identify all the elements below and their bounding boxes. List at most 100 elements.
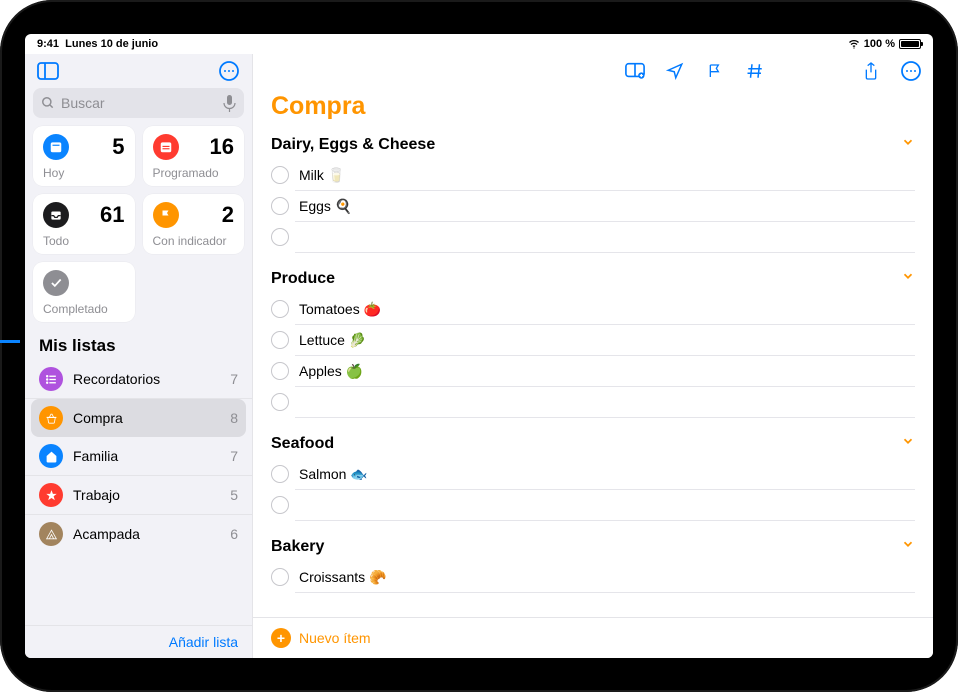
main-split: Buscar 5 Hoy 16 Programado <box>25 54 933 658</box>
list-count: 6 <box>230 526 238 542</box>
smart-count: 61 <box>100 202 124 228</box>
reminder-text[interactable]: Milk 🥛 <box>299 167 915 184</box>
list-count: 7 <box>230 371 238 387</box>
reminder-item[interactable]: Milk 🥛 <box>295 160 915 191</box>
smart-flagged[interactable]: 2 Con indicador <box>143 194 245 254</box>
more-sidebar-button[interactable] <box>216 58 242 84</box>
reminder-item[interactable]: Eggs 🍳 <box>295 191 915 222</box>
reminder-item[interactable] <box>295 490 915 521</box>
completion-circle[interactable] <box>271 362 289 380</box>
battery-percent: 100 % <box>864 38 895 50</box>
tray-icon <box>43 202 69 228</box>
section-title: Seafood <box>271 435 901 453</box>
completion-circle[interactable] <box>271 300 289 318</box>
section-seafood: Seafood Salmon 🐟 <box>271 430 915 521</box>
sidebar-list-familia[interactable]: Familia7 <box>25 437 252 476</box>
section-title: Dairy, Eggs & Cheese <box>271 136 901 154</box>
sidebar-list-compra[interactable]: Compra8 <box>31 399 246 437</box>
layout-button[interactable] <box>623 59 647 83</box>
smart-label: Programado <box>153 166 235 180</box>
reminder-text[interactable]: Eggs 🍳 <box>299 198 915 215</box>
reminder-text[interactable]: Apples 🍏 <box>299 363 915 380</box>
completion-circle[interactable] <box>271 496 289 514</box>
chevron-down-icon <box>901 269 915 288</box>
check-icon <box>43 270 69 296</box>
reminder-item[interactable]: Croissants 🥐 <box>295 562 915 593</box>
home-icon <box>39 444 63 468</box>
smart-list-grid: 5 Hoy 16 Programado 61 Todo <box>25 126 252 330</box>
completion-circle[interactable] <box>271 568 289 586</box>
basket-icon <box>39 406 63 430</box>
reminder-text[interactable]: Salmon 🐟 <box>299 466 915 483</box>
reminder-text[interactable] <box>299 394 915 410</box>
frame-accent <box>0 340 20 343</box>
status-left: 9:41 Lunes 10 de junio <box>37 38 158 50</box>
camp-icon <box>39 522 63 546</box>
share-button[interactable] <box>859 59 883 83</box>
reminder-item[interactable]: Tomatoes 🍅 <box>295 294 915 325</box>
reminder-text[interactable] <box>299 497 915 513</box>
completion-circle[interactable] <box>271 166 289 184</box>
search-input[interactable]: Buscar <box>33 88 244 118</box>
smart-label: Hoy <box>43 166 125 180</box>
search-placeholder: Buscar <box>61 95 105 111</box>
calendar-scheduled-icon <box>153 134 179 160</box>
more-detail-button[interactable] <box>899 59 923 83</box>
toggle-sidebar-button[interactable] <box>35 58 61 84</box>
search-icon <box>41 96 55 110</box>
mic-icon[interactable] <box>223 95 236 112</box>
completion-circle[interactable] <box>271 465 289 483</box>
smart-scheduled[interactable]: 16 Programado <box>143 126 245 186</box>
completion-circle[interactable] <box>271 228 289 246</box>
smart-count: 2 <box>222 202 234 228</box>
sidebar-list-acampada[interactable]: Acampada 6 <box>25 515 252 553</box>
reminder-item[interactable]: Salmon 🐟 <box>295 459 915 490</box>
smart-all[interactable]: 61 Todo <box>33 194 135 254</box>
status-time: 9:41 <box>37 38 59 50</box>
section-produce: Produce Tomatoes 🍅 Lettuce 🥬 Apples 🍏 <box>271 265 915 418</box>
reminder-item[interactable]: Apples 🍏 <box>295 356 915 387</box>
smart-label: Completado <box>43 302 125 316</box>
section-title: Produce <box>271 270 901 288</box>
section-dairy-eggs-cheese: Dairy, Eggs & Cheese Milk 🥛 Eggs 🍳 <box>271 131 915 253</box>
wifi-icon <box>848 38 860 50</box>
reminders-content: Dairy, Eggs & Cheese Milk 🥛 Eggs 🍳 Produce T… <box>253 131 933 617</box>
reminder-item[interactable] <box>295 387 915 418</box>
smart-completed[interactable]: Completado <box>33 262 135 322</box>
list-name: Familia <box>73 448 220 464</box>
flag-button[interactable] <box>703 59 727 83</box>
reminder-text[interactable]: Croissants 🥐 <box>299 569 915 586</box>
list-name: Recordatorios <box>73 371 220 387</box>
reminder-item[interactable] <box>295 222 915 253</box>
completion-circle[interactable] <box>271 197 289 215</box>
reminder-text[interactable] <box>299 229 915 245</box>
section-title: Bakery <box>271 538 901 556</box>
add-list-button[interactable]: Añadir lista <box>25 625 252 658</box>
new-reminder-button[interactable]: + Nuevo ítem <box>253 617 933 658</box>
completion-circle[interactable] <box>271 393 289 411</box>
detail-toolbar <box>253 54 933 88</box>
calendar-today-icon <box>43 134 69 160</box>
battery-icon <box>899 39 921 49</box>
sidebar-list-trabajo[interactable]: Trabajo5 <box>25 476 252 515</box>
smart-today[interactable]: 5 Hoy <box>33 126 135 186</box>
sidebar-toolbar <box>25 54 252 88</box>
list-name: Trabajo <box>73 487 220 503</box>
reminder-text[interactable]: Tomatoes 🍅 <box>299 301 915 318</box>
section-header[interactable]: Dairy, Eggs & Cheese <box>271 131 915 160</box>
completion-circle[interactable] <box>271 331 289 349</box>
reminder-item[interactable]: Lettuce 🥬 <box>295 325 915 356</box>
section-header[interactable]: Seafood <box>271 430 915 459</box>
smart-label: Con indicador <box>153 234 235 248</box>
section-header[interactable]: Produce <box>271 265 915 294</box>
ipad-frame: 9:41 Lunes 10 de junio 100 % Buscar <box>0 0 958 692</box>
reminder-text[interactable]: Lettuce 🥬 <box>299 332 915 349</box>
flag-icon <box>153 202 179 228</box>
smart-count: 5 <box>112 134 124 160</box>
location-button[interactable] <box>663 59 687 83</box>
hashtag-button[interactable] <box>743 59 767 83</box>
list-name: Acampada <box>73 526 220 542</box>
chevron-down-icon <box>901 537 915 556</box>
sidebar-list-recordatorios[interactable]: Recordatorios 7 <box>25 360 252 399</box>
section-header[interactable]: Bakery <box>271 533 915 562</box>
